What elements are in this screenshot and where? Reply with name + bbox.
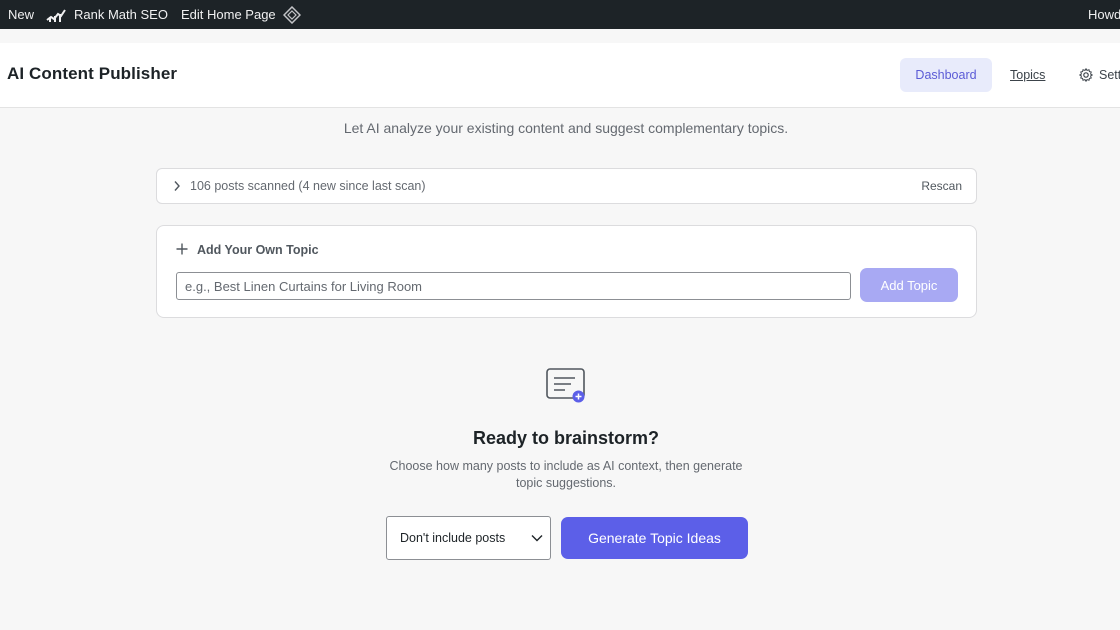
new-menu[interactable]: New (8, 0, 34, 29)
admin-bar: New Rank Math SEO Edit Home Page Howd (0, 0, 1120, 29)
tab-settings-label: Sett (1099, 68, 1120, 82)
plus-icon (176, 243, 188, 255)
edit-home-page-link[interactable]: Edit Home Page (181, 0, 276, 29)
add-topic-card: Add Your Own Topic Add Topic (156, 225, 977, 318)
add-topic-button[interactable]: Add Topic (860, 268, 958, 302)
document-add-icon (546, 368, 585, 403)
rescan-button[interactable]: Rescan (921, 179, 962, 193)
tab-dashboard[interactable]: Dashboard (900, 58, 992, 92)
tab-topics[interactable]: Topics (1010, 58, 1045, 92)
chevron-down-icon (531, 535, 543, 542)
topic-input[interactable] (176, 272, 851, 300)
rank-math-icon (46, 8, 66, 22)
tab-settings[interactable]: Sett (1079, 58, 1120, 92)
empty-state-description: Choose how many posts to include as AI c… (389, 459, 743, 490)
rank-math-menu[interactable]: Rank Math SEO (46, 0, 168, 29)
generate-topic-ideas-button[interactable]: Generate Topic Ideas (561, 517, 748, 559)
scan-summary-text: 106 posts scanned (4 new since last scan… (190, 179, 426, 193)
context-posts-select[interactable]: Don't include posts (386, 516, 551, 560)
empty-state-title: Ready to brainstorm? (472, 428, 660, 448)
howdy-user-menu[interactable]: Howd (1088, 0, 1120, 29)
rank-math-label: Rank Math SEO (74, 7, 168, 22)
plugin-menu[interactable] (283, 0, 301, 29)
plugin-header: AI Content Publisher Dashboard Topics Se… (0, 43, 1120, 108)
chevron-right-icon (174, 181, 180, 191)
page-title: AI Content Publisher (7, 64, 178, 83)
intro-text: Let AI analyze your existing content and… (343, 120, 789, 136)
select-value: Don't include posts (400, 531, 506, 545)
scan-summary-bar[interactable]: 106 posts scanned (4 new since last scan… (156, 168, 977, 204)
add-topic-label: Add Your Own Topic (197, 243, 319, 257)
gear-icon (1079, 68, 1093, 82)
diamond-icon (283, 5, 301, 24)
